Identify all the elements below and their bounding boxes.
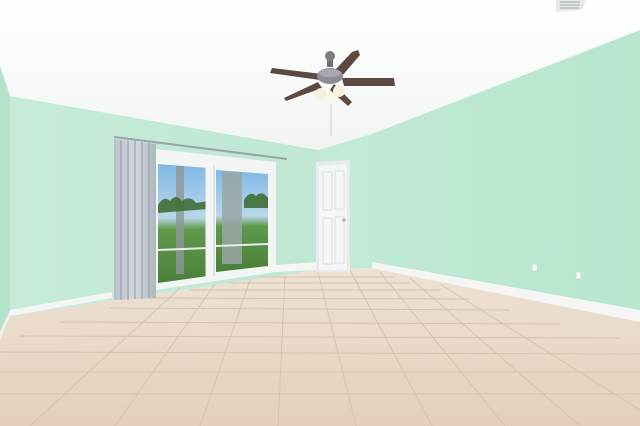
door-knob <box>342 218 346 222</box>
room-photo: ∙∙∙∙∙ <box>0 0 640 426</box>
room-illustration: ∙∙∙∙∙ <box>0 0 640 426</box>
porch-post <box>222 172 242 264</box>
porch-post-left <box>176 166 184 274</box>
left-wall <box>0 66 10 340</box>
wall-outlet <box>531 263 538 272</box>
watermark: ∙∙∙∙∙ <box>604 208 617 218</box>
wall-outlet-2 <box>575 271 582 280</box>
